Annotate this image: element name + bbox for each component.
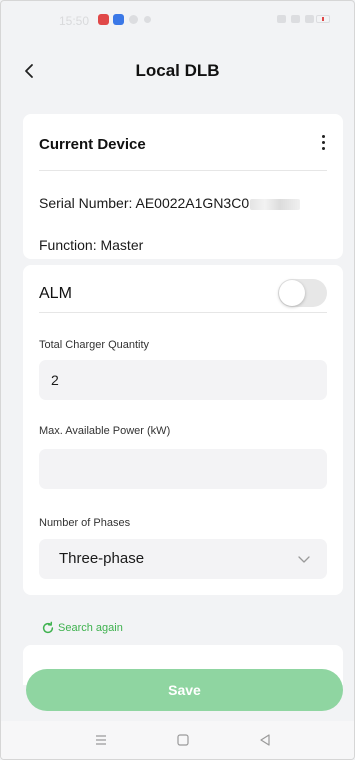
current-device-title: Current Device	[39, 136, 146, 153]
notification-app-icon	[98, 14, 109, 25]
max-available-power-label: Max. Available Power (kW)	[39, 425, 171, 437]
status-bar: 15:50	[1, 1, 354, 45]
current-device-card: Current Device Serial Number: AE0022A1GN…	[23, 114, 343, 259]
alm-toggle[interactable]	[278, 279, 327, 307]
system-nav-bar	[1, 721, 354, 759]
notification-icon	[129, 15, 138, 24]
divider	[39, 312, 327, 313]
chevron-down-icon	[298, 556, 310, 563]
notification-icon	[144, 16, 151, 23]
cellular-icon	[305, 15, 314, 23]
number-of-phases-value: Three-phase	[59, 550, 145, 567]
home-icon[interactable]	[175, 732, 191, 748]
page-title: Local DLB	[135, 61, 220, 80]
serial-number-text: Serial Number: AE0022A1GN3C0	[39, 195, 250, 211]
serial-number: Serial Number: AE0022A1GN3C0	[39, 195, 301, 211]
search-again-label: Search again	[58, 622, 123, 634]
notification-app-icon	[113, 14, 124, 25]
device-function: Function: Master	[39, 237, 144, 253]
more-options-button[interactable]	[313, 132, 333, 158]
battery-icon	[316, 15, 330, 23]
wifi-icon	[291, 15, 300, 23]
status-indicators	[277, 15, 314, 23]
max-available-power-input[interactable]	[39, 449, 327, 489]
status-time: 15:50	[59, 14, 90, 28]
page-header: Local DLB	[1, 49, 354, 93]
total-charger-quantity-label: Total Charger Quantity	[39, 339, 150, 351]
total-charger-quantity-input[interactable]: 2	[39, 360, 327, 400]
phone-screen: 15:50 Local DLB Current Device Serial Nu…	[0, 0, 355, 760]
refresh-icon	[42, 621, 54, 634]
alm-label: ALM	[39, 285, 72, 302]
menu-icon[interactable]	[93, 732, 109, 748]
toggle-knob	[279, 280, 305, 306]
search-again-button[interactable]: Search again	[41, 621, 123, 635]
number-of-phases-label: Number of Phases	[39, 517, 131, 529]
divider	[39, 170, 327, 171]
back-triangle-icon[interactable]	[257, 732, 273, 748]
total-charger-quantity-value: 2	[51, 372, 59, 388]
alm-settings-card: ALM Total Charger Quantity 2 Max. Availa…	[23, 265, 343, 595]
signal-icon	[277, 15, 286, 23]
serial-redaction	[250, 198, 301, 210]
number-of-phases-select[interactable]: Three-phase	[39, 539, 327, 579]
save-button[interactable]: Save	[26, 669, 343, 711]
more-vertical-icon	[313, 135, 333, 150]
